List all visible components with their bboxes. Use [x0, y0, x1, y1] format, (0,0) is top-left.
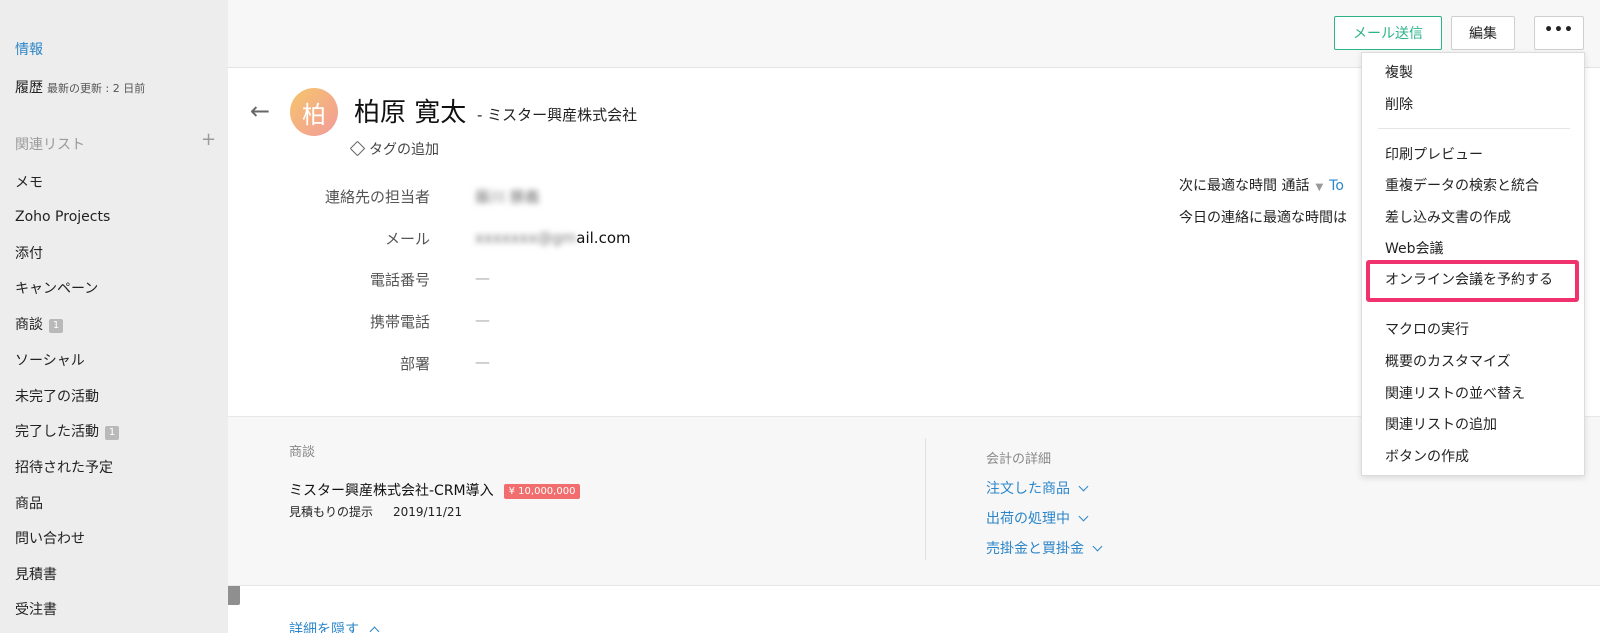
- sidebar-item-social[interactable]: ソーシャル: [15, 350, 85, 370]
- back-arrow-icon[interactable]: ←: [250, 97, 270, 125]
- edit-button[interactable]: 編集: [1451, 16, 1515, 50]
- menu-separator: [1378, 128, 1570, 129]
- menu-item-add-related-list[interactable]: 関連リストの追加: [1385, 414, 1497, 434]
- best-time-to-contact[interactable]: 次に最適な時間 通話 ▼ To: [1179, 175, 1344, 195]
- hide-details-label: 詳細を隠す: [289, 622, 359, 633]
- menu-item-customize-summary[interactable]: 概要のカスタマイズ: [1385, 351, 1511, 371]
- chevron-down-icon: [1078, 511, 1089, 522]
- deal-name: ミスター興産株式会社-CRM導入: [289, 483, 494, 499]
- sidebar: 情報 履歴 最新の更新 : 2 日前 関連リスト + メモ Zoho Projec…: [0, 0, 228, 633]
- sidebar-item-label: 商談: [15, 317, 43, 333]
- field-value-email[interactable]: xxxxxxx@gmail.com: [475, 229, 631, 247]
- sidebar-item-campaigns[interactable]: キャンペーン: [15, 278, 98, 298]
- amount-badge: ¥ 10,000,000: [503, 484, 581, 499]
- field-label-mobile: 携帯電話: [369, 313, 430, 331]
- history-label: 履歴: [15, 80, 43, 96]
- related-list-header: 関連リスト: [15, 137, 85, 153]
- sidebar-item-label: 完了した活動: [15, 424, 99, 440]
- accounting-link-shipping[interactable]: 出荷の処理中: [986, 508, 1089, 528]
- tag-icon: [349, 140, 366, 157]
- count-badge: 1: [105, 426, 119, 440]
- menu-item-reorder-related-lists[interactable]: 関連リストの並べ替え: [1385, 383, 1525, 403]
- count-badge: 1: [49, 319, 63, 333]
- field-value-department: —: [475, 353, 490, 371]
- deal-date: 2019/11/21: [393, 505, 463, 519]
- menu-item-create-button[interactable]: ボタンの作成: [1385, 446, 1469, 466]
- best-time-link[interactable]: To: [1329, 178, 1344, 194]
- hide-details-link[interactable]: 詳細を隠す: [289, 619, 380, 633]
- sidebar-item-invited-events[interactable]: 招待された予定: [15, 457, 113, 477]
- accounting-link-label: 出荷の処理中: [986, 511, 1070, 527]
- menu-item-clone[interactable]: 複製: [1385, 62, 1413, 82]
- sidebar-item-products[interactable]: 商品: [15, 493, 43, 513]
- menu-item-print-preview[interactable]: 印刷プレビュー: [1385, 144, 1483, 164]
- crm-contact-page: 情報 履歴 最新の更新 : 2 日前 関連リスト + メモ Zoho Projec…: [0, 0, 1600, 633]
- add-tag-label: タグの追加: [369, 142, 439, 158]
- sidebar-item-cases[interactable]: 問い合わせ: [15, 528, 85, 548]
- field-value-phone: —: [475, 269, 490, 287]
- sidebar-item-zoho-projects[interactable]: Zoho Projects: [15, 209, 110, 225]
- deal-stage: 見積もりの提示: [289, 505, 374, 519]
- blurred-email: xxxxxxx@gm: [475, 229, 577, 247]
- sidebar-item-info[interactable]: 情報: [15, 39, 43, 59]
- chevron-up-icon: [369, 626, 380, 633]
- sidebar-item-sales-orders[interactable]: 受注書: [15, 599, 57, 619]
- accounting-link-label: 注文した商品: [986, 481, 1070, 497]
- sidebar-item-open-activities[interactable]: 未完了の活動: [15, 386, 99, 406]
- sidebar-item-deals[interactable]: 商談 1: [15, 314, 63, 334]
- sidebar-item-attachments[interactable]: 添付: [15, 243, 43, 263]
- company-name[interactable]: - ミスター興産株式会社: [477, 104, 637, 125]
- best-time-today: 今日の連絡に最適な時間は: [1179, 210, 1347, 226]
- deal-item[interactable]: ミスター興産株式会社-CRM導入 ¥ 10,000,000: [289, 480, 581, 500]
- send-mail-button[interactable]: メール送信: [1334, 16, 1442, 50]
- menu-item-web-meeting[interactable]: Web会議: [1385, 238, 1444, 258]
- deal-meta: 見積もりの提示 2019/11/21: [289, 503, 462, 520]
- highlight-box: [1366, 260, 1579, 302]
- accounting-section-title: 会計の詳細: [986, 452, 1052, 467]
- menu-item-mail-merge[interactable]: 差し込み文書の作成: [1385, 207, 1511, 227]
- field-label-owner: 連絡先の担当者: [324, 188, 430, 206]
- sidebar-item-notes[interactable]: メモ: [15, 172, 43, 192]
- menu-item-run-macro[interactable]: マクロの実行: [1385, 319, 1469, 339]
- history-updated: 最新の更新 : 2 日前: [47, 82, 146, 95]
- chevron-down-icon[interactable]: ▼: [1315, 182, 1323, 193]
- sidebar-item-closed-activities[interactable]: 完了した活動 1: [15, 421, 119, 441]
- sidebar-item-quotes[interactable]: 見積書: [15, 564, 57, 584]
- menu-item-find-merge-duplicates[interactable]: 重複データの検索と統合: [1385, 175, 1539, 195]
- chevron-down-icon: [1092, 541, 1103, 552]
- avatar: 柏: [290, 88, 338, 136]
- accounting-link-label: 売掛金と買掛金: [986, 541, 1084, 557]
- email-domain: ail.com: [576, 229, 631, 247]
- accounting-link-ordered-products[interactable]: 注文した商品: [986, 478, 1089, 498]
- field-label-phone: 電話番号: [369, 271, 430, 289]
- add-tag-link[interactable]: タグの追加: [349, 139, 439, 159]
- add-related-list-icon[interactable]: +: [201, 131, 216, 149]
- blurred-owner: 藤川 勝義: [475, 188, 540, 206]
- field-value-owner: 藤川 勝義: [475, 186, 540, 207]
- deals-section-title: 商談: [289, 445, 316, 460]
- field-value-mobile: —: [475, 311, 490, 329]
- divider: [925, 438, 926, 560]
- contact-name: 柏原 寛太: [354, 98, 467, 128]
- field-label-email: メール: [384, 230, 430, 248]
- best-time-label: 次に最適な時間 通話: [1179, 178, 1310, 194]
- more-actions-button[interactable]: •••: [1534, 16, 1584, 50]
- menu-item-delete[interactable]: 削除: [1385, 94, 1413, 114]
- field-label-department: 部署: [399, 355, 430, 373]
- accounting-link-receivables[interactable]: 売掛金と買掛金: [986, 538, 1103, 558]
- chevron-down-icon: [1078, 481, 1089, 492]
- sidebar-item-history[interactable]: 履歴 最新の更新 : 2 日前: [15, 77, 145, 97]
